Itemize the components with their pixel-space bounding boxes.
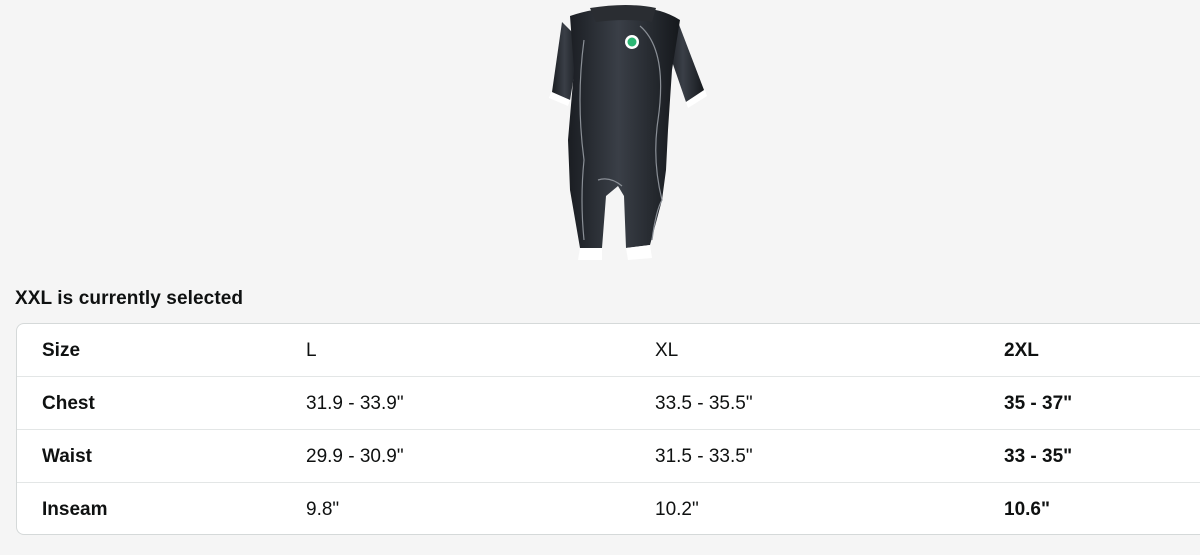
trisuit-image	[549, 5, 707, 260]
table-cell: 29.9 - 30.9"	[306, 446, 404, 467]
table-row-chest: Chest 31.9 - 33.9" 33.5 - 35.5" 35 - 37"	[17, 377, 1200, 430]
row-header: Chest	[42, 393, 95, 414]
table-cell: L	[306, 340, 317, 361]
row-header: Size	[42, 340, 81, 361]
table-cell: 31.5 - 33.5"	[655, 446, 753, 467]
table-cell: 31.9 - 33.9"	[306, 393, 404, 414]
size-chart-page: XXL is currently selected Size L XL 2XL …	[0, 0, 1200, 555]
product-image	[540, 0, 720, 268]
table-cell-selected: 33 - 35"	[1004, 446, 1073, 467]
table-cell-selected: 2XL	[1004, 340, 1039, 361]
table-cell: 33.5 - 35.5"	[655, 393, 753, 414]
selected-size-label: XXL is currently selected	[15, 288, 244, 309]
row-header: Waist	[42, 446, 92, 467]
table-cell: 10.2"	[655, 499, 699, 520]
table-cell-selected: 10.6"	[1004, 499, 1050, 520]
table-cell-selected: 35 - 37"	[1004, 393, 1073, 414]
size-chart-table: Size L XL 2XL Chest 31.9 - 33.9" 33.5 - …	[16, 323, 1200, 535]
row-header: Inseam	[42, 499, 108, 520]
table-row-inseam: Inseam 9.8" 10.2" 10.6"	[17, 483, 1200, 534]
table-cell: XL	[655, 340, 679, 361]
table-row-size: Size L XL 2XL	[17, 324, 1200, 377]
table-cell: 9.8"	[306, 499, 340, 520]
table-row-waist: Waist 29.9 - 30.9" 31.5 - 33.5" 33 - 35"	[17, 430, 1200, 483]
